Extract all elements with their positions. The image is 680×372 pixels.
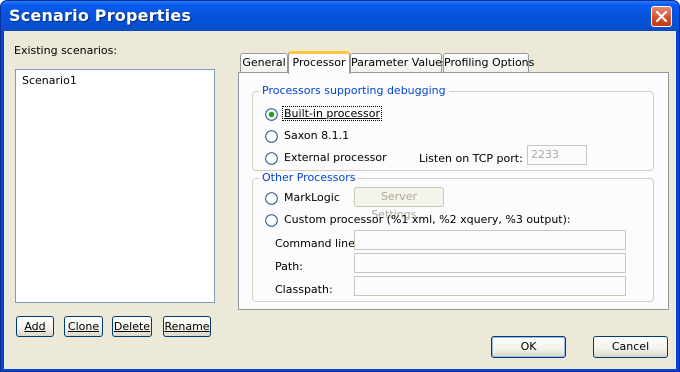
dialog-client-area: Existing scenarios: Scenario1 Add Clone … [4, 31, 676, 369]
delete-button[interactable]: Delete [112, 316, 152, 337]
path-input[interactable] [354, 253, 626, 273]
command-line-label: Command line: [275, 237, 359, 250]
processor-tab-panel: Processors supporting debugging Built-in… [238, 72, 669, 310]
command-line-input[interactable] [354, 230, 626, 250]
debugging-group-title: Processors supporting debugging [259, 84, 449, 97]
add-button-label: Add [24, 320, 46, 333]
close-icon [656, 11, 667, 22]
tcp-port-input[interactable]: 2233 [527, 145, 587, 165]
saxon-radio[interactable] [265, 130, 278, 143]
classpath-input[interactable] [354, 276, 626, 296]
external-processor-label: External processor [284, 151, 387, 164]
cancel-button[interactable]: Cancel [593, 336, 668, 358]
clone-button[interactable]: Clone [64, 316, 103, 337]
tab-profiling-options[interactable]: Profiling Options [443, 53, 534, 73]
tab-processor[interactable]: Processor [288, 51, 350, 74]
other-group-title: Other Processors [259, 171, 359, 184]
clone-button-label: Clone [67, 320, 100, 333]
tcp-port-label: Listen on TCP port: [419, 152, 523, 165]
existing-scenarios-label: Existing scenarios: [14, 44, 118, 57]
custom-processor-label: Custom processor (%1 xml, %2 xquery, %3 … [284, 213, 571, 226]
server-settings-button[interactable]: Server Settings... [354, 187, 444, 221]
custom-processor-radio[interactable] [265, 214, 278, 227]
builtin-processor-label: Built-in processor [282, 106, 382, 121]
delete-button-label: Delete [113, 320, 151, 333]
tab-parameter-values[interactable]: Parameter Values [350, 53, 448, 73]
window-title: Scenario Properties [9, 6, 192, 25]
dialog-window: Scenario Properties Existing scenarios: … [0, 0, 680, 372]
builtin-processor-radio[interactable] [265, 108, 278, 121]
add-button[interactable]: Add [16, 316, 54, 337]
marklogic-radio[interactable] [265, 192, 278, 205]
tab-general[interactable]: General [240, 53, 288, 73]
classpath-label: Classpath: [275, 283, 333, 296]
external-processor-radio[interactable] [265, 152, 278, 165]
title-bar[interactable]: Scenario Properties [1, 1, 679, 31]
marklogic-label: MarkLogic [284, 191, 340, 204]
path-label: Path: [275, 260, 303, 273]
ok-button[interactable]: OK [491, 336, 566, 358]
saxon-label: Saxon 8.1.1 [284, 129, 350, 142]
rename-button-label: Rename [164, 320, 210, 333]
list-item[interactable]: Scenario1 [22, 74, 77, 87]
scenario-list[interactable]: Scenario1 [15, 69, 215, 303]
close-button[interactable] [651, 6, 672, 27]
builtin-processor-text: Built-in processor [284, 107, 380, 120]
rename-button[interactable]: Rename [163, 316, 211, 337]
